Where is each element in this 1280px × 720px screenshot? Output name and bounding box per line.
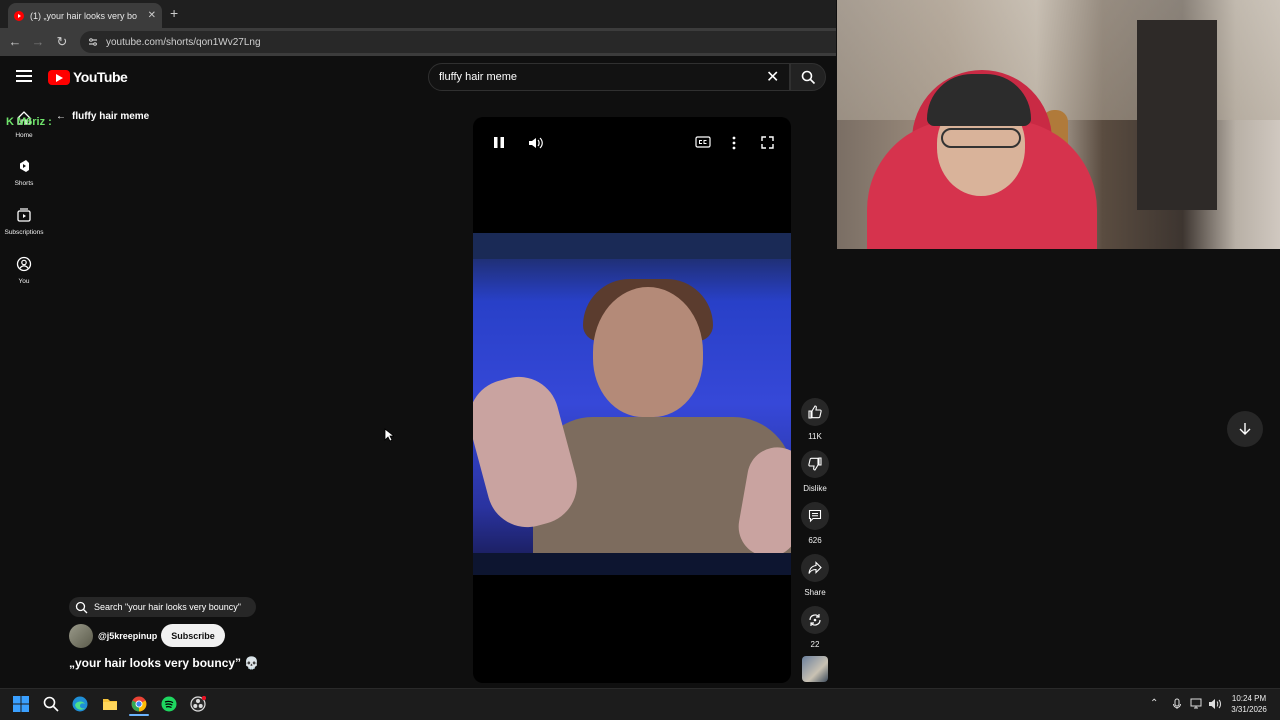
share-label: Share [804, 588, 826, 597]
sidebar-item-shorts[interactable]: Shorts [0, 158, 48, 187]
more-options-button[interactable] [731, 136, 737, 153]
obs-icon[interactable] [190, 696, 206, 712]
captions-icon [695, 136, 711, 148]
network-icon[interactable] [1190, 698, 1204, 710]
back-arrow-icon[interactable]: ← [56, 111, 66, 122]
volume-icon [529, 137, 543, 149]
stream-overlay-tag: K M6riz : [6, 116, 52, 128]
tab-title: (1) „your hair looks very bo [30, 10, 138, 21]
more-vert-icon [732, 136, 736, 150]
clock-time: 10:24 PM [1231, 694, 1267, 703]
site-info-icon[interactable] [88, 37, 98, 47]
youtube-logo-icon [48, 69, 70, 85]
sidebar-item-subscriptions[interactable]: Subscriptions [0, 207, 48, 236]
dislike-label: Dislike [803, 484, 827, 493]
tab-close-icon[interactable]: ✕ [148, 10, 156, 21]
volume-icon[interactable] [1208, 698, 1222, 710]
dislike-button[interactable]: Dislike [800, 450, 830, 493]
sound-thumbnail[interactable] [802, 656, 828, 682]
webcam-doorway [1137, 20, 1217, 210]
sidebar-item-label: You [18, 278, 30, 285]
back-arrow-icon[interactable]: ← [7, 34, 23, 49]
subscriptions-icon [17, 208, 31, 222]
windows-start-icon[interactable] [13, 696, 29, 712]
search-icon [75, 601, 88, 613]
comments-button[interactable]: 626 [800, 502, 830, 545]
shorts-icon [20, 160, 29, 172]
youtube-logo[interactable]: YouTube [48, 69, 128, 85]
chrome-icon[interactable] [131, 696, 147, 712]
search-input[interactable]: fluffy hair meme [428, 63, 790, 91]
active-app-indicator [129, 714, 149, 716]
fullscreen-button[interactable] [761, 136, 774, 152]
pause-button[interactable] [493, 136, 505, 152]
remix-count: 22 [810, 640, 820, 649]
share-icon [801, 554, 829, 582]
captions-button[interactable] [695, 136, 711, 151]
webcam-overlay [837, 0, 1280, 249]
related-search-text: Search "your hair looks very bouncy" [94, 602, 241, 612]
search-input-value: fluffy hair meme [439, 71, 518, 83]
sidebar-item-label: Shorts [14, 180, 34, 187]
like-count: 11K [808, 432, 822, 441]
like-icon [801, 398, 829, 426]
file-explorer-icon[interactable] [102, 696, 118, 712]
address-bar[interactable]: youtube.com/shorts/qon1Wv27Lng [80, 31, 836, 53]
taskbar-clock[interactable]: 10:24 PM 3/31/2026 [1224, 693, 1274, 715]
search-button[interactable] [790, 63, 826, 91]
sidebar-item-label: Home [15, 132, 33, 139]
remix-button[interactable]: 22 [800, 606, 830, 649]
fullscreen-icon [761, 136, 774, 149]
arrow-down-icon [1239, 423, 1251, 435]
forward-arrow-icon[interactable]: → [30, 34, 46, 49]
short-title[interactable]: „your hair looks very bouncy” 💀 [69, 656, 259, 670]
comment-icon [801, 502, 829, 530]
volume-button[interactable] [528, 136, 544, 153]
taskbar-search-icon[interactable] [43, 696, 59, 712]
logo-text: YouTube [73, 69, 128, 85]
avatar[interactable] [69, 624, 93, 648]
search-icon [801, 70, 815, 84]
you-icon [16, 256, 32, 272]
menu-icon[interactable] [16, 70, 32, 84]
related-search-chip[interactable]: Search "your hair looks very bouncy" [69, 597, 256, 617]
video-frame-band [473, 553, 791, 575]
dislike-icon [801, 450, 829, 478]
comment-count: 626 [808, 536, 822, 545]
youtube-favicon-icon [14, 10, 24, 21]
sidebar-item-you[interactable]: You [0, 256, 48, 285]
browser-tab[interactable]: (1) „your hair looks very bo ✕ [8, 3, 162, 28]
subscribe-button[interactable]: Subscribe [161, 624, 225, 647]
short-video-player[interactable] [473, 117, 791, 683]
share-button[interactable]: Share [800, 554, 830, 597]
back-to-results[interactable]: ← fluffy hair meme [56, 111, 149, 122]
webcam-glasses [941, 128, 1021, 148]
channel-name[interactable]: @j5kreepinup [98, 631, 157, 641]
sidebar-item-label: Subscriptions [4, 229, 44, 236]
video-frame-figure [593, 287, 703, 417]
clock-date: 3/31/2026 [1231, 705, 1267, 714]
remix-icon [801, 606, 829, 634]
new-tab-button[interactable]: + [170, 5, 178, 21]
mouse-cursor-icon [384, 428, 394, 442]
edge-icon[interactable] [72, 696, 88, 712]
query-label: fluffy hair meme [72, 111, 150, 122]
clear-search-icon[interactable]: ✕ [766, 67, 779, 87]
video-frame-band [473, 233, 791, 259]
reload-icon[interactable]: ↻ [54, 34, 70, 50]
next-short-button[interactable] [1227, 411, 1263, 447]
spotify-icon[interactable] [161, 696, 177, 712]
like-button[interactable]: 11K [800, 398, 830, 441]
pause-icon [494, 137, 504, 148]
show-hidden-icons-icon[interactable]: ⌃ [1150, 698, 1158, 709]
url-text: youtube.com/shorts/qon1Wv27Lng [106, 36, 261, 48]
microphone-icon[interactable] [1172, 698, 1182, 710]
